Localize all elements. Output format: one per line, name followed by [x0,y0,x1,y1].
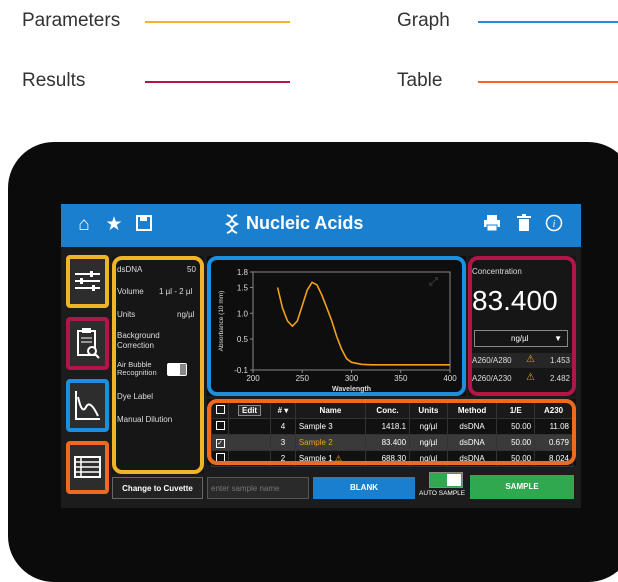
param-units-value[interactable]: ng/µl [177,310,195,319]
ratio-row-a260-a280: A260/A280 ⚠ 1.453 [472,353,572,368]
app-title: Nucleic Acids [246,213,364,233]
chevron-down-icon: ▼ [554,334,562,343]
warning-icon: ⚠ [526,372,535,383]
blank-button[interactable]: BLANK [313,477,415,499]
param-volume-value[interactable]: 1 µl - 2 µl [159,287,192,296]
sample-name-input[interactable] [207,477,309,499]
legend-parameters-label: Parameters [22,10,121,31]
trash-icon[interactable] [513,214,535,236]
param-dye-label[interactable]: Dye Label [117,392,153,401]
save-icon[interactable] [133,214,155,236]
ratio-value: 1.453 [549,356,570,365]
absorbance-chart: 200 250 300 350 400 1.8 1.5 1.0 0.5 -0.1 Wavelengt… [218,268,457,393]
star-icon[interactable]: ★ [103,214,125,236]
svg-text:i: i [553,219,556,230]
clipboard-search-icon [77,328,100,359]
y-tick-label: -0.1 [234,366,248,375]
dna-icon [221,214,243,236]
x-tick-label: 350 [394,374,408,383]
device-screen: ⌂ ★ Nucleic Acids i dsDNA 50 Volume 1 µl… [61,204,581,508]
legend-parameters-line [145,21,290,23]
table-border [207,399,576,465]
param-volume-label: Volume [117,287,144,296]
info-icon[interactable]: i [543,214,565,236]
param-air-bubble-label: Air Bubble Recognition [117,360,157,377]
param-units-label: Units [117,310,136,319]
auto-sample-toggle[interactable] [429,472,463,488]
table-button[interactable] [66,441,109,494]
legend-results-line [145,81,290,83]
ratio-label: A260/A230 [472,374,512,383]
print-icon[interactable] [481,214,503,236]
parameters-button[interactable] [66,255,109,308]
y-tick-label: 1.0 [237,309,249,318]
legend-table-line [478,81,618,83]
unit-select-value: ng/µl [511,334,529,343]
x-axis-label: Wavelength [332,386,371,393]
absorbance-series-line [276,281,450,366]
graph-button[interactable] [66,379,109,432]
top-bar: ⌂ ★ Nucleic Acids i [61,204,581,247]
param-background-correction-label[interactable]: Background Correction [117,331,160,351]
change-cuvette-button[interactable]: Change to Cuvette [112,477,203,499]
x-tick-label: 400 [443,374,457,383]
legend-graph-line [478,21,618,23]
warning-icon: ⚠ [526,354,535,365]
x-tick-label: 250 [296,374,310,383]
unit-select[interactable]: ng/µl ▼ [474,330,568,347]
table-icon [74,456,101,478]
ratio-value: 2.482 [549,374,570,383]
plot-area [252,271,451,371]
x-tick-label: 200 [246,374,260,383]
param-dsdna-label: dsDNA [117,265,143,274]
air-bubble-toggle[interactable] [167,363,187,376]
x-tick-label: 300 [345,374,359,383]
legend-results-label: Results [22,70,86,91]
y-tick-label: 1.8 [237,268,249,277]
legend-table-label: Table [397,70,443,91]
ratio-row-a260-a230: A260/A230 ⚠ 2.482 [472,371,572,386]
sliders-icon [75,271,100,291]
y-tick-label: 1.5 [237,283,249,292]
ratio-label: A260/A280 [472,356,512,365]
sample-button[interactable]: SAMPLE [470,475,574,499]
y-axis-label: Absorbance (10 mm) [218,291,225,352]
param-dsdna-value[interactable]: 50 [187,265,196,274]
y-tick-label: 0.5 [237,335,249,344]
auto-sample-label: AUTO SAMPLE [419,490,466,497]
param-manual-dilution-label[interactable]: Manual Dilution [117,415,172,424]
legend-graph-label: Graph [397,10,450,31]
expand-icon[interactable]: ⤢ [429,276,438,289]
line-graph-icon [75,391,100,420]
results-button[interactable] [66,317,109,370]
home-icon[interactable]: ⌂ [73,214,95,236]
concentration-label: Concentration [472,267,522,276]
concentration-value: 83.400 [472,285,558,316]
